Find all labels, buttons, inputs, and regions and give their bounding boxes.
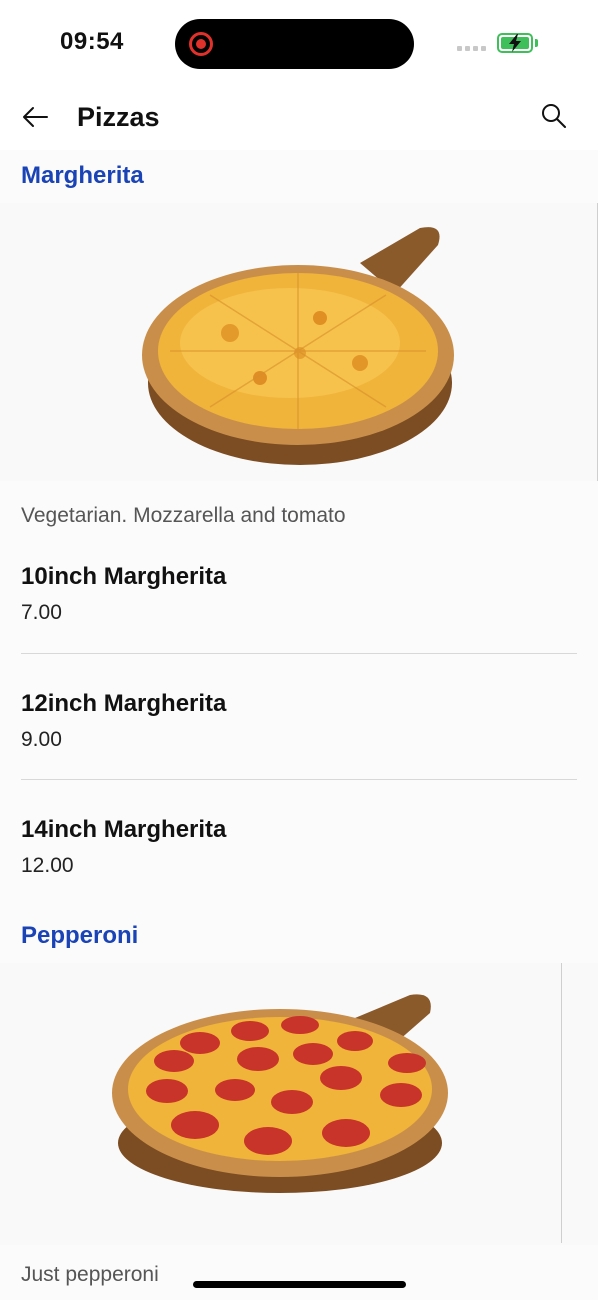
margherita-pizza-image <box>0 203 598 481</box>
page-title: Pizzas <box>77 102 160 132</box>
menu-item-price: 12.00 <box>21 854 74 877</box>
charging-bolt-icon <box>509 34 521 52</box>
app-header: Pizzas <box>0 88 598 150</box>
section-title-pepperoni: Pepperoni <box>21 922 139 949</box>
divider <box>21 779 577 780</box>
menu-item-10inch-margherita[interactable]: 10inch Margherita 7.00 <box>21 563 577 625</box>
arrow-left-icon[interactable] <box>20 102 50 132</box>
pepperoni-pizza-illustration <box>112 994 448 1193</box>
menu-item-14inch-margherita[interactable]: 14inch Margherita 12.00 <box>21 816 577 878</box>
menu-item-price: 9.00 <box>21 728 62 751</box>
battery-tip <box>535 39 538 47</box>
menu-item-price: 7.00 <box>21 601 62 624</box>
home-indicator[interactable] <box>193 1281 406 1288</box>
scroll-edge <box>561 963 562 1243</box>
section-title-margherita: Margherita <box>21 162 144 189</box>
divider <box>21 653 577 654</box>
section-description-margherita: Vegetarian. Mozzarella and tomato <box>21 504 346 527</box>
section-description-pepperoni: Just pepperoni <box>21 1263 159 1286</box>
menu-item-name: 10inch Margherita <box>21 563 227 590</box>
status-time: 09:54 <box>60 28 124 55</box>
menu-item-12inch-margherita[interactable]: 12inch Margherita 9.00 <box>21 690 577 752</box>
status-bar: 09:54 <box>0 0 598 88</box>
margherita-pizza-illustration <box>142 227 454 465</box>
pepperoni-pizza-image <box>0 963 598 1245</box>
menu-item-name: 14inch Margherita <box>21 816 227 843</box>
search-icon[interactable] <box>540 102 568 130</box>
dynamic-island <box>175 19 414 69</box>
menu-item-name: 12inch Margherita <box>21 690 227 717</box>
signal-icon <box>457 46 486 51</box>
screen-recording-icon <box>189 32 213 56</box>
